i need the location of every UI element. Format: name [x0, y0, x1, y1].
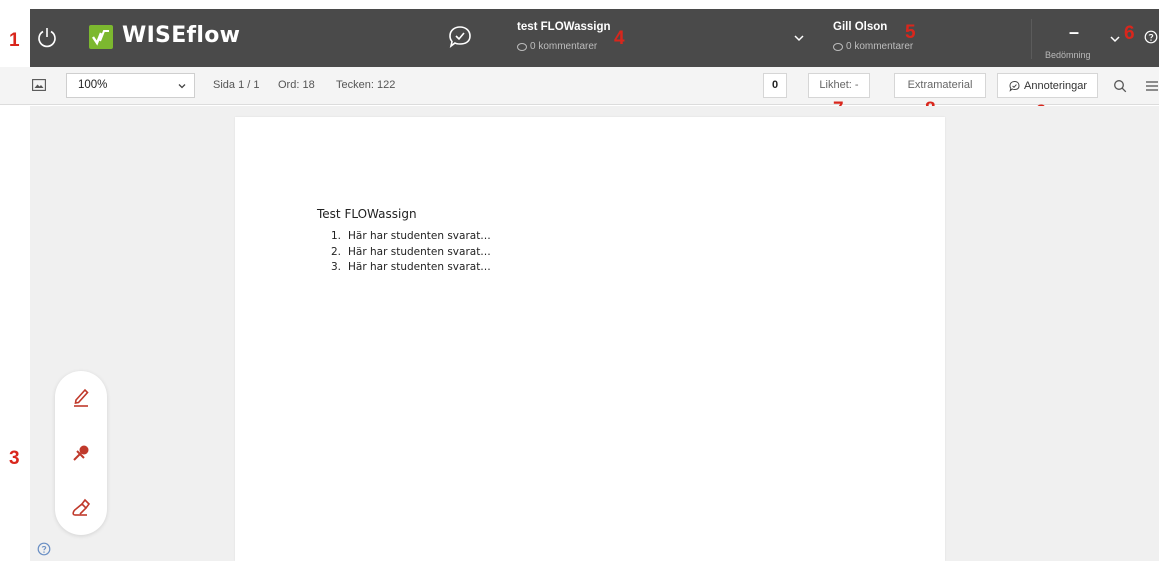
- annotation-marker-5: 5: [905, 22, 916, 43]
- annotation-marker-3: 3: [9, 448, 20, 469]
- list-item: 3. Här har studenten svarat…: [331, 261, 491, 277]
- chevron-down-icon[interactable]: [1108, 32, 1122, 46]
- list-item-number: 3.: [331, 261, 342, 273]
- help-icon[interactable]: [1144, 30, 1158, 44]
- annotation-marker-4: 4: [614, 28, 625, 49]
- list-item-text: Här har studenten svarat…: [348, 230, 491, 242]
- submission-title: test FLOWassign: [517, 21, 611, 33]
- grade-label: Bedömning: [1045, 50, 1091, 60]
- zoom-select[interactable]: 100%: [66, 73, 195, 98]
- submission-comments: 0 kommentarer: [517, 41, 597, 52]
- word-count: Ord: 18: [278, 79, 315, 91]
- search-icon[interactable]: [1113, 79, 1127, 93]
- count-badge[interactable]: 0: [763, 73, 787, 98]
- list-item-number: 1.: [331, 230, 342, 242]
- chat-check-icon: [1009, 80, 1020, 92]
- pin-icon[interactable]: [68, 441, 94, 467]
- list-item-text: Här har studenten svarat…: [348, 245, 491, 258]
- list-item-text: Här har studenten svarat…: [348, 261, 491, 273]
- similarity-button[interactable]: Likhet: -: [808, 73, 870, 98]
- chevron-down-icon[interactable]: [792, 31, 806, 45]
- answer-list: 1. Här har studenten svarat… 2. Här har …: [331, 230, 491, 277]
- extra-material-button[interactable]: Extramaterial: [894, 73, 986, 98]
- image-icon[interactable]: [32, 79, 46, 91]
- power-icon[interactable]: [34, 24, 60, 50]
- annotation-marker-1: 1: [9, 30, 20, 51]
- list-item-number: 2.: [331, 245, 342, 258]
- annotation-marker-6: 6: [1124, 23, 1135, 44]
- pen-icon[interactable]: [68, 383, 94, 409]
- author-comments: 0 kommentarer: [833, 41, 913, 52]
- submission-comments-text: 0 kommentarer: [530, 41, 598, 52]
- eraser-icon[interactable]: [68, 495, 94, 521]
- top-bar: WISEflow test FLOWassign 0 kommentarer 4…: [30, 9, 1159, 67]
- divider: [1031, 19, 1032, 59]
- chevron-down-icon: [178, 84, 186, 89]
- list-item: 2. Här har studenten svarat…: [331, 246, 491, 262]
- comment-icon: [833, 42, 843, 51]
- document-title: Test FLOWassign: [317, 207, 417, 221]
- chat-check-icon[interactable]: [445, 23, 475, 51]
- zoom-value: 100%: [78, 79, 108, 91]
- toolbar: 100% Sida 1 / 1 Ord: 18 Tecken: 122 0 Li…: [0, 67, 1159, 105]
- logo-icon: [89, 25, 113, 49]
- app-root: 1 2 3 WISEflow test FLOWassign 0 komment…: [0, 0, 1159, 561]
- author-name: Gill Olson: [833, 21, 888, 33]
- annotations-label: Annoteringar: [1024, 79, 1087, 92]
- grade-value[interactable]: –: [1069, 22, 1079, 43]
- annotations-button[interactable]: Annoteringar: [997, 73, 1098, 98]
- brand-name: WISEflow: [122, 23, 241, 48]
- help-icon[interactable]: [37, 542, 51, 556]
- list-item: 1. Här har studenten svarat…: [331, 230, 491, 246]
- document-page[interactable]: Test FLOWassign 1. Här har studenten sva…: [235, 117, 945, 561]
- page-indicator: Sida 1 / 1: [213, 79, 260, 91]
- menu-icon[interactable]: [1145, 80, 1159, 92]
- annotation-tool-palette: [55, 371, 107, 535]
- author-comments-text: 0 kommentarer: [846, 41, 914, 52]
- comment-icon: [517, 42, 527, 51]
- char-count: Tecken: 122: [336, 79, 396, 91]
